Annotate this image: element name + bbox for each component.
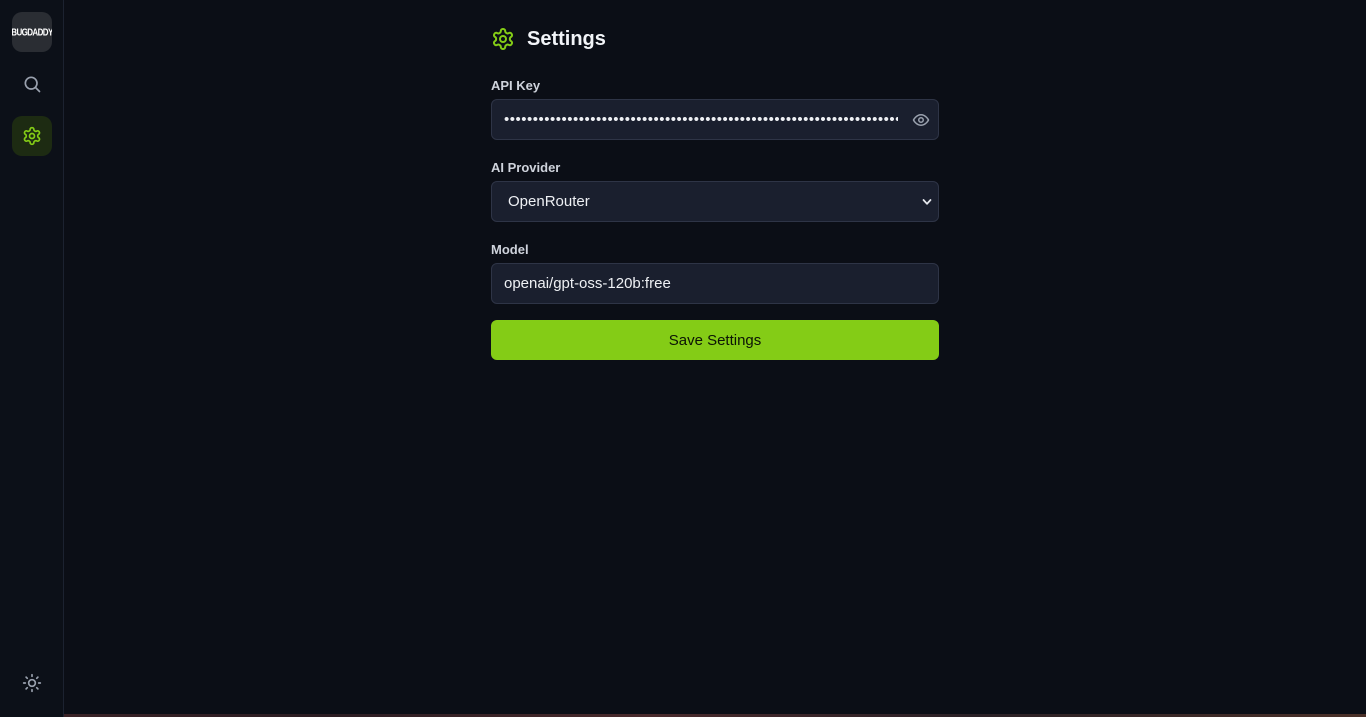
logo-text: BUGDADDY — [12, 26, 52, 38]
sidebar: BUGDADDY — [0, 0, 64, 717]
page-title: Settings — [527, 27, 606, 50]
model-label: Model — [491, 242, 529, 257]
ai-provider-label: AI Provider — [491, 160, 561, 175]
gear-icon — [493, 28, 513, 50]
theme-toggle-button[interactable] — [12, 663, 52, 703]
model-input[interactable] — [492, 264, 938, 303]
eye-icon[interactable] — [912, 111, 930, 129]
page-header: Settings — [491, 22, 939, 56]
settings-panel: Settings API Key AI Provider OpenRouter … — [491, 22, 939, 360]
api-key-input[interactable] — [492, 100, 938, 139]
model-field-wrapper — [491, 263, 939, 304]
ai-provider-field-wrapper: OpenRouter — [491, 181, 939, 222]
api-key-field-wrapper — [491, 99, 939, 140]
save-settings-button[interactable]: Save Settings — [491, 320, 939, 360]
search-icon — [24, 76, 41, 93]
app-logo[interactable]: BUGDADDY — [12, 12, 52, 52]
api-key-label: API Key — [491, 78, 541, 93]
sidebar-item-search[interactable] — [12, 64, 52, 104]
sidebar-item-settings[interactable] — [12, 116, 52, 156]
gear-icon — [23, 126, 41, 146]
ai-provider-select[interactable]: OpenRouter — [492, 182, 938, 221]
sun-icon — [22, 673, 42, 693]
